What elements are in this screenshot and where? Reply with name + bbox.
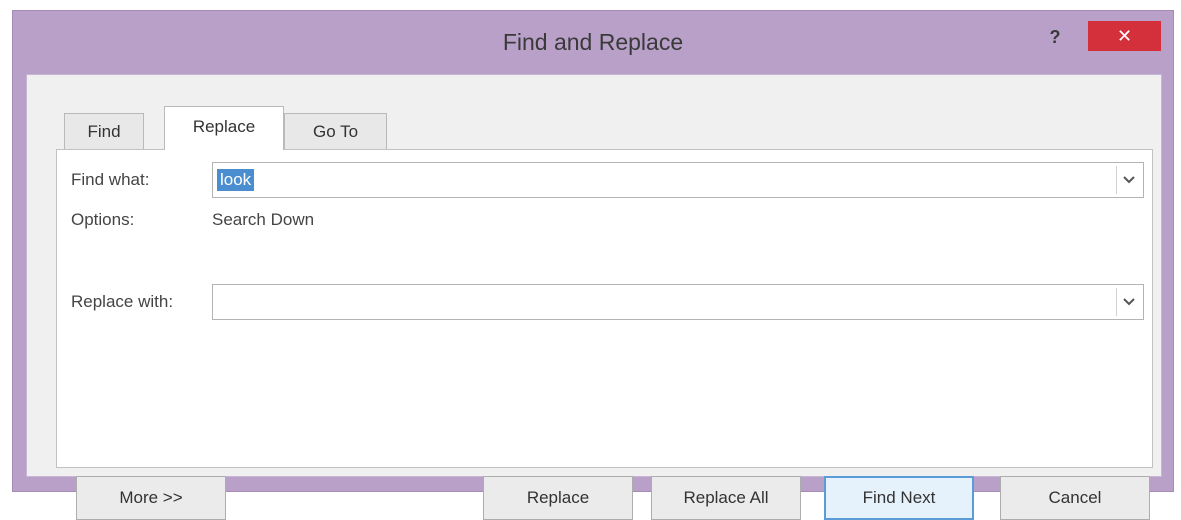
dialog-body: Find Replace Go To Find what: look Optio… xyxy=(26,74,1162,520)
close-button[interactable]: ✕ xyxy=(1088,21,1161,51)
find-what-combobox[interactable]: look xyxy=(212,162,1144,198)
close-icon: ✕ xyxy=(1116,26,1133,46)
find-what-label: Find what: xyxy=(71,170,150,189)
find-next-button[interactable]: Find Next xyxy=(824,476,974,520)
replace-tab-panel: Find what: look Options: Search Down Rep… xyxy=(56,149,1153,468)
find-what-input[interactable]: look xyxy=(217,169,255,191)
tab-replace[interactable]: Replace xyxy=(164,106,284,150)
replace-with-combobox[interactable] xyxy=(212,284,1144,320)
title-bar[interactable]: Find and Replace ? ✕ xyxy=(13,11,1173,73)
replace-with-dropdown-button[interactable] xyxy=(1116,288,1141,316)
help-button[interactable]: ? xyxy=(1043,25,1067,49)
tab-go-to[interactable]: Go To xyxy=(284,113,387,151)
dialog-title: Find and Replace xyxy=(502,29,684,55)
find-replace-dialog: Find and Replace ? ✕ Find Replace Go To … xyxy=(12,10,1174,520)
replace-all-button[interactable]: Replace All xyxy=(651,476,801,520)
chevron-down-icon xyxy=(1123,298,1135,306)
replace-button[interactable]: Replace xyxy=(483,476,633,520)
chevron-down-icon xyxy=(1123,176,1135,184)
replace-with-label: Replace with: xyxy=(71,292,174,311)
find-what-dropdown-button[interactable] xyxy=(1116,166,1141,194)
cancel-button[interactable]: Cancel xyxy=(1000,476,1150,520)
options-value: Search Down xyxy=(212,210,315,229)
more-button[interactable]: More >> xyxy=(76,476,226,520)
options-label: Options: xyxy=(71,210,135,229)
tab-find[interactable]: Find xyxy=(64,113,144,151)
